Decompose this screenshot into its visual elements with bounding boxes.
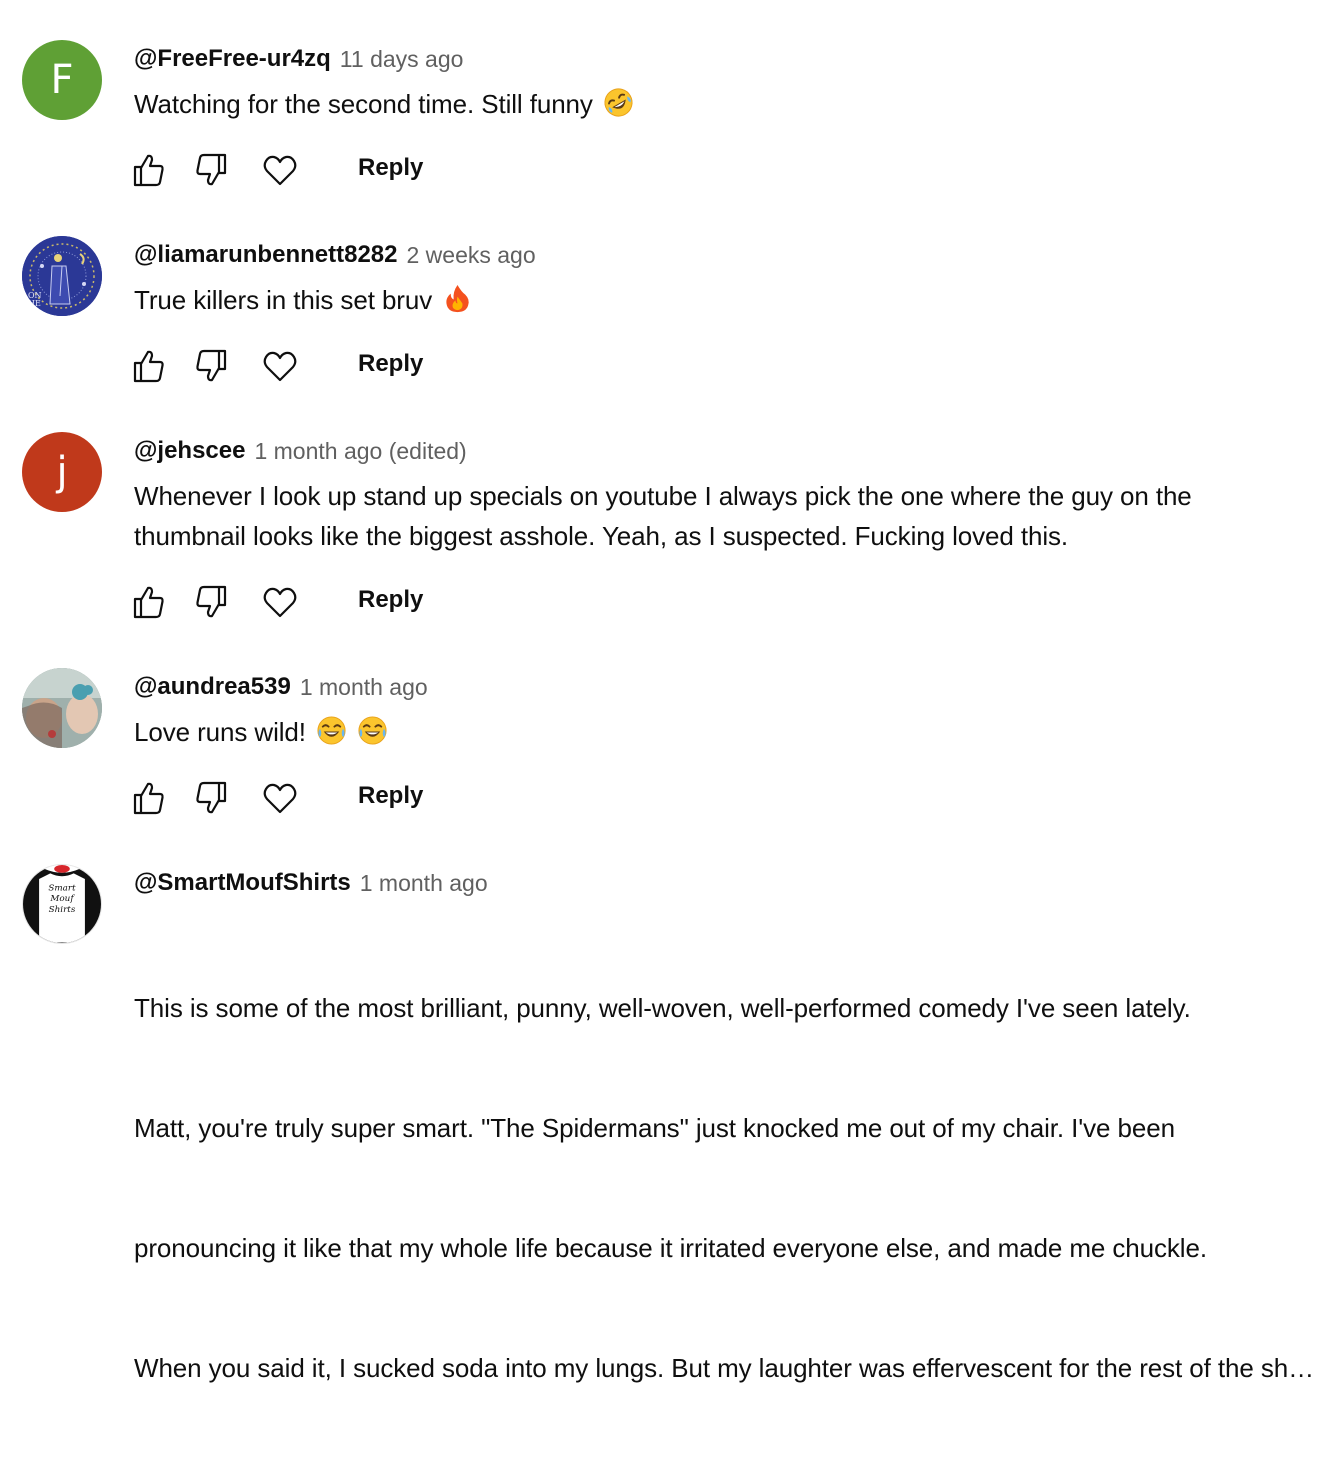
- author-name[interactable]: @FreeFree-ur4zq: [134, 45, 331, 73]
- comment-text-line: Matt, you're truly super smart. "The Spi…: [134, 1113, 1175, 1143]
- avatar[interactable]: [22, 668, 102, 748]
- comment-text: True killers in this set bruv: [134, 280, 1322, 320]
- reply-button[interactable]: Reply: [358, 350, 423, 378]
- comment-text-body: True killers in this set bruv: [134, 285, 433, 315]
- comment-header: @liamarunbennett8282 2 weeks ago: [134, 236, 1322, 274]
- tears-of-joy-emoji: [357, 715, 388, 746]
- comment-text-body: Love runs wild!: [134, 717, 306, 747]
- comment-text-line: When you said it, I sucked soda into my …: [134, 1353, 1322, 1383]
- author-name[interactable]: @jehscee: [134, 437, 245, 465]
- comment-text-line: This is some of the most brilliant, punn…: [134, 993, 1191, 1023]
- thumbs-down-icon: [196, 781, 227, 814]
- avatar[interactable]: F: [22, 40, 102, 120]
- rofl-emoji: [603, 87, 634, 118]
- author-name[interactable]: @liamarunbennett8282: [134, 241, 397, 269]
- comment-text-body: Watching for the second time. Still funn…: [134, 89, 593, 119]
- like-button[interactable]: [130, 780, 166, 816]
- author-name[interactable]: @aundrea539: [134, 673, 291, 701]
- published-time[interactable]: 2 weeks ago: [406, 242, 535, 269]
- tshirt-logo-avatar-image: Smart Mouf Shirts: [23, 865, 101, 943]
- comment-text: Watching for the second time. Still funn…: [134, 84, 1322, 124]
- avatar-text-line: Shirts: [49, 905, 76, 915]
- thumbs-up-icon: [133, 782, 164, 815]
- avatar-letter: j: [56, 449, 68, 495]
- comment-text: Whenever I look up stand up specials on …: [134, 481, 1192, 551]
- photo-avatar-image: [22, 668, 102, 748]
- dislike-button[interactable]: [194, 152, 230, 188]
- svg-text:HE: HE: [28, 299, 41, 308]
- like-button[interactable]: [130, 152, 166, 188]
- thumbs-down-icon: [196, 349, 227, 382]
- comment-text: This is some of the most brilliant, punn…: [134, 908, 1322, 1468]
- zodiac-art-avatar-image: ON HE: [22, 236, 102, 316]
- reply-button[interactable]: Reply: [358, 586, 423, 614]
- heart-button[interactable]: [262, 584, 298, 620]
- published-time[interactable]: 1 month ago (edited): [254, 438, 466, 465]
- heart-icon: [263, 783, 297, 814]
- published-time[interactable]: 1 month ago: [300, 674, 428, 701]
- comment-text-line: pronouncing it like that my whole life b…: [134, 1233, 1207, 1263]
- published-time[interactable]: 1 month ago: [360, 870, 488, 897]
- heart-icon: [263, 155, 297, 186]
- heart-button[interactable]: [262, 152, 298, 188]
- comment-header: @jehscee 1 month ago (edited): [134, 432, 1322, 470]
- thumbs-up-icon: [133, 586, 164, 619]
- comment-content: @jehscee 1 month ago (edited) Whenever I…: [134, 432, 1322, 556]
- heart-button[interactable]: [262, 348, 298, 384]
- avatar-letter: F: [50, 57, 74, 103]
- published-time[interactable]: 11 days ago: [340, 46, 464, 73]
- author-name[interactable]: @SmartMoufShirts: [134, 869, 351, 897]
- comment-header: @FreeFree-ur4zq 11 days ago: [134, 40, 1322, 78]
- tears-of-joy-emoji: [316, 715, 347, 746]
- avatar[interactable]: j: [22, 432, 102, 512]
- avatar[interactable]: ON HE: [22, 236, 102, 316]
- fire-emoji: [442, 283, 473, 314]
- comment-content: @SmartMoufShirts 1 month ago This is som…: [134, 864, 1322, 1468]
- avatar[interactable]: Smart Mouf Shirts: [22, 864, 102, 944]
- heart-button[interactable]: [262, 780, 298, 816]
- thumbs-down-icon: [196, 153, 227, 186]
- like-button[interactable]: [130, 348, 166, 384]
- reply-button[interactable]: Reply: [358, 154, 423, 182]
- like-button[interactable]: [130, 584, 166, 620]
- heart-icon: [263, 351, 297, 382]
- comment-content: @FreeFree-ur4zq 11 days ago Watching for…: [134, 40, 1322, 124]
- dislike-button[interactable]: [194, 348, 230, 384]
- thumbs-down-icon: [196, 585, 227, 618]
- avatar-text-line: Mouf: [49, 894, 75, 904]
- thumbs-up-icon: [133, 154, 164, 187]
- comment-text: Love runs wild!: [134, 712, 1322, 752]
- comment-content: @liamarunbennett8282 2 weeks ago True ki…: [134, 236, 1322, 320]
- comment-header: @SmartMoufShirts 1 month ago: [134, 864, 1322, 902]
- comment-content: @aundrea539 1 month ago Love runs wild!: [134, 668, 1322, 752]
- avatar-text-line: Smart: [48, 883, 76, 893]
- thumbs-up-icon: [133, 350, 164, 383]
- heart-icon: [263, 587, 297, 618]
- dislike-button[interactable]: [194, 780, 230, 816]
- comment-header: @aundrea539 1 month ago: [134, 668, 1322, 706]
- reply-button[interactable]: Reply: [358, 782, 423, 810]
- dislike-button[interactable]: [194, 584, 230, 620]
